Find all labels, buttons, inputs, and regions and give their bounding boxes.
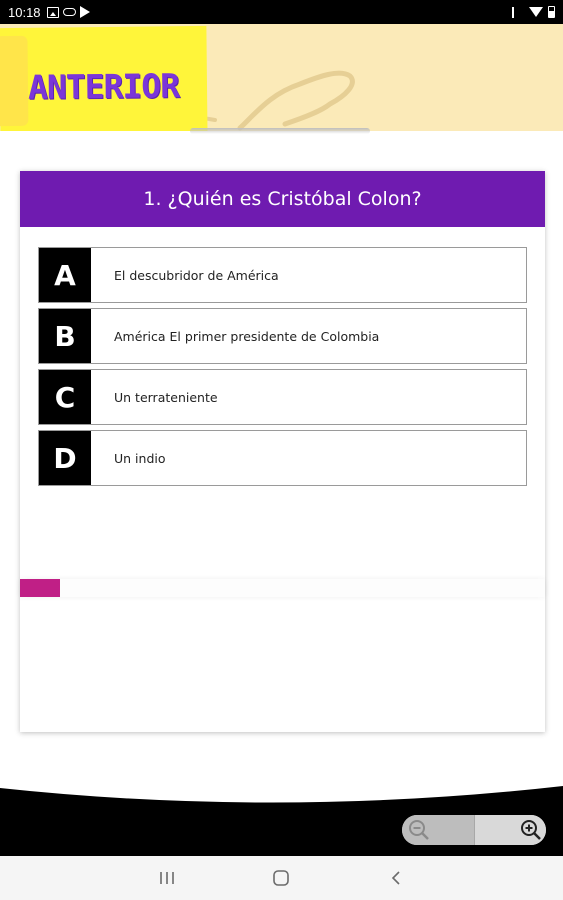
previous-button-label: ANTERIOR — [27, 65, 180, 107]
option-text: Un terrateniente — [114, 389, 218, 405]
photo-icon — [46, 6, 59, 18]
option-letter: C — [39, 370, 91, 424]
cloud-icon — [62, 8, 76, 16]
previous-button[interactable]: ANTERIOR — [0, 25, 208, 131]
nav-bar — [0, 856, 563, 900]
option-a[interactable]: A El descubridor de América — [38, 247, 527, 303]
option-b[interactable]: B América El primer presidente de Colomb… — [38, 308, 527, 364]
zoom-control — [402, 815, 546, 845]
back-button[interactable] — [374, 861, 418, 895]
back-icon — [391, 871, 400, 885]
zoom-in-button[interactable] — [474, 815, 546, 845]
option-c[interactable]: C Un terrateniente — [38, 369, 527, 425]
option-letter: B — [39, 309, 91, 363]
recents-button[interactable] — [145, 861, 189, 895]
bottom-toolbar — [0, 786, 563, 860]
question-text: 1. ¿Quién es Cristóbal Colon? — [143, 188, 422, 210]
battery-icon — [548, 6, 555, 18]
home-button[interactable] — [259, 861, 303, 895]
quiz-card: 1. ¿Quién es Cristóbal Colon? A El descu… — [20, 171, 545, 732]
banner-shadow — [190, 128, 370, 134]
question-header: 1. ¿Quién es Cristóbal Colon? — [20, 171, 545, 227]
home-icon — [273, 870, 290, 886]
header-banner: ANTERIOR — [0, 24, 563, 131]
option-text: América El primer presidente de Colombia — [114, 328, 380, 344]
play-store-icon — [79, 6, 90, 18]
zoom-out-button[interactable] — [402, 815, 474, 845]
option-text: Un indio — [114, 450, 166, 466]
option-letter: D — [39, 431, 91, 485]
recents-icon — [160, 872, 174, 884]
zoom-in-icon — [521, 820, 541, 840]
option-text: El descubridor de América — [114, 267, 279, 283]
progress-bar — [20, 579, 545, 597]
status-bar: 10:18 — [0, 0, 563, 24]
status-time: 10:18 — [8, 4, 41, 20]
option-d[interactable]: D Un indio — [38, 430, 527, 486]
zoom-out-icon — [409, 820, 429, 840]
option-letter: A — [39, 248, 91, 302]
progress-fill — [20, 579, 61, 597]
status-right-icons — [512, 6, 555, 18]
wifi-icon — [529, 7, 543, 17]
mute-icon — [512, 6, 524, 18]
